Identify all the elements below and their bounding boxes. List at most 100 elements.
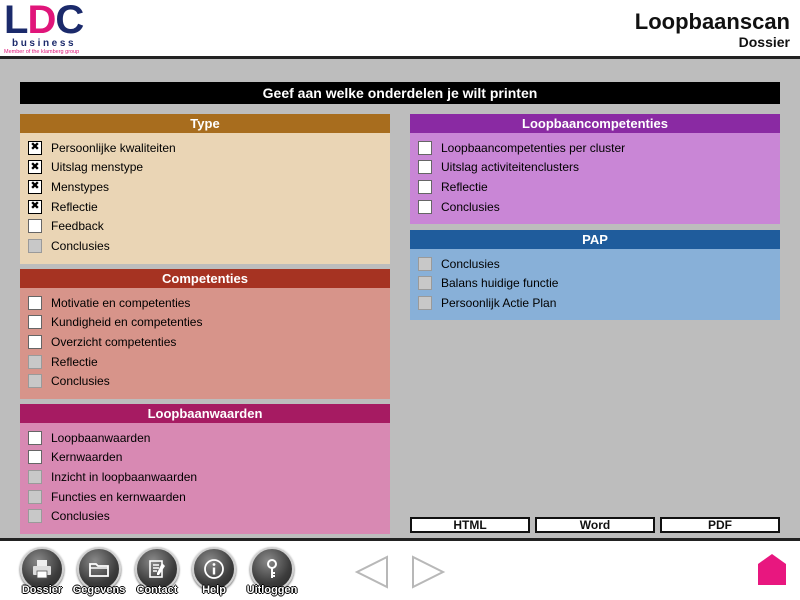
print-option[interactable]: Loopbaanwaarden: [28, 428, 390, 448]
previous-arrow-icon[interactable]: [354, 555, 390, 589]
folder-icon: [89, 563, 109, 577]
printer-icon: [33, 560, 51, 579]
print-option: Conclusies: [28, 371, 390, 391]
print-option-label: Conclusies: [441, 256, 500, 271]
checkbox: [28, 469, 42, 484]
checkbox[interactable]: [28, 315, 42, 330]
print-option-label: Kernwaarden: [51, 450, 123, 465]
panel-pap: PAP Conclusies Balans huidige functie Pers…: [410, 230, 780, 320]
checkbox[interactable]: [28, 219, 42, 234]
app-subtitle: Dossier: [738, 34, 790, 50]
print-option[interactable]: Kundigheid en competenties: [28, 313, 390, 333]
panel-title: PAP: [410, 230, 780, 249]
checkbox[interactable]: [28, 334, 42, 349]
nav-contact-button[interactable]: Contact: [133, 547, 185, 600]
print-option[interactable]: ✖ Uitslag menstype: [28, 158, 390, 178]
export-pdf-button[interactable]: PDF: [660, 517, 780, 533]
checkbox: [28, 354, 42, 369]
print-option[interactable]: ✖ Menstypes: [28, 177, 390, 197]
checkbox: [28, 489, 42, 504]
print-option: Conclusies: [418, 254, 780, 274]
checkbox[interactable]: [28, 450, 42, 465]
checkbox: [418, 276, 432, 291]
print-option[interactable]: ✖ Persoonlijke kwaliteiten: [28, 138, 390, 158]
panel-competenties: Competenties Motivatie en competenties Ku…: [20, 269, 390, 399]
print-option[interactable]: Loopbaancompetenties per cluster: [418, 138, 780, 158]
checkbox: [28, 238, 42, 253]
checkbox[interactable]: [418, 160, 432, 175]
print-option-label: Feedback: [51, 219, 104, 234]
print-option-label: Balans huidige functie: [441, 276, 559, 291]
nav-gegevens-button[interactable]: Gegevens: [73, 547, 127, 600]
print-instruction-heading: Geef aan welke onderdelen je wilt printe…: [20, 82, 780, 104]
checkbox[interactable]: ✖: [28, 140, 42, 155]
panel-title: Competenties: [20, 269, 390, 288]
next-arrow-icon[interactable]: [410, 555, 446, 589]
panel-title: Type: [20, 114, 390, 133]
checkbox: [28, 374, 42, 389]
print-option-label: Menstypes: [51, 179, 110, 194]
key-icon: [267, 559, 277, 578]
print-option[interactable]: Motivatie en competenties: [28, 293, 390, 313]
panel-loopbaancompetenties: Loopbaancompetenties Loopbaancompetentie…: [410, 114, 780, 224]
checkbox[interactable]: [418, 199, 432, 214]
print-option-label: Conclusies: [441, 199, 500, 214]
footer-toolbar: Dossier Gegevens Contact Help Uitloggen: [0, 538, 800, 600]
print-option-label: Conclusies: [51, 238, 110, 253]
checkbox[interactable]: ✖: [28, 179, 42, 194]
print-option-label: Reflectie: [441, 179, 488, 194]
print-option-label: Persoonlijk Actie Plan: [441, 295, 557, 310]
print-option: Conclusies: [28, 236, 390, 256]
print-option-label: Overzicht competenties: [51, 334, 177, 349]
app-title: Loopbaanscan: [634, 9, 790, 34]
print-option-label: Motivatie en competenties: [51, 295, 191, 310]
header: LDC business Member of the klamberg grou…: [0, 0, 800, 59]
print-option-label: Reflectie: [51, 199, 98, 214]
print-option-label: Uitslag activiteitenclusters: [441, 160, 580, 175]
print-option-label: Kundigheid en competenties: [51, 315, 203, 330]
print-option: Persoonlijk Actie Plan: [418, 293, 780, 313]
print-option-label: Persoonlijke kwaliteiten: [51, 140, 176, 155]
print-option-label: Uitslag menstype: [51, 160, 144, 175]
panel-loopbaanwaarden: Loopbaanwaarden Loopbaanwaarden Kernwaard…: [20, 404, 390, 534]
print-option-label: Loopbaancompetenties per cluster: [441, 140, 626, 155]
checkbox: [418, 295, 432, 310]
info-icon: [204, 559, 224, 579]
checkbox[interactable]: [28, 430, 42, 445]
checkbox[interactable]: ✖: [28, 199, 42, 214]
print-option[interactable]: Uitslag activiteitenclusters: [418, 158, 780, 178]
checkbox: [28, 509, 42, 524]
print-option[interactable]: Kernwaarden: [28, 448, 390, 468]
print-option: Balans huidige functie: [418, 274, 780, 294]
checkbox[interactable]: [28, 295, 42, 310]
print-option[interactable]: ✖ Reflectie: [28, 197, 390, 217]
checkbox[interactable]: [418, 140, 432, 155]
checkbox: [418, 256, 432, 271]
panel-title: Loopbaanwaarden: [20, 404, 390, 423]
panel-title: Loopbaancompetenties: [410, 114, 780, 133]
checkbox[interactable]: [418, 179, 432, 194]
print-option[interactable]: Reflectie: [418, 177, 780, 197]
print-option-label: Conclusies: [51, 374, 110, 389]
print-option-label: Loopbaanwaarden: [51, 430, 151, 445]
nav-help-button[interactable]: Help: [190, 547, 242, 600]
print-option: Functies en kernwaarden: [28, 487, 390, 507]
contact-card-icon: [149, 560, 165, 578]
print-option[interactable]: Conclusies: [418, 197, 780, 217]
print-option-label: Reflectie: [51, 354, 98, 369]
panel-type: Type ✖ Persoonlijke kwaliteiten ✖ Uitslag m…: [20, 114, 390, 264]
ldc-business-logo: LDC business Member of the klamberg grou…: [4, 0, 84, 55]
export-word-button[interactable]: Word: [535, 517, 655, 533]
print-option-label: Conclusies: [51, 509, 110, 524]
export-html-button[interactable]: HTML: [410, 517, 530, 533]
print-option-label: Functies en kernwaarden: [51, 489, 186, 504]
home-icon[interactable]: [757, 553, 787, 587]
nav-dossier-button[interactable]: Dossier: [18, 547, 70, 600]
print-option[interactable]: Feedback: [28, 216, 390, 236]
print-option[interactable]: Overzicht competenties: [28, 332, 390, 352]
print-option: Inzicht in loopbaanwaarden: [28, 467, 390, 487]
nav-uitloggen-button[interactable]: Uitloggen: [247, 547, 300, 600]
print-option-label: Inzicht in loopbaanwaarden: [51, 469, 198, 484]
checkbox[interactable]: ✖: [28, 160, 42, 175]
print-option: Reflectie: [28, 352, 390, 372]
